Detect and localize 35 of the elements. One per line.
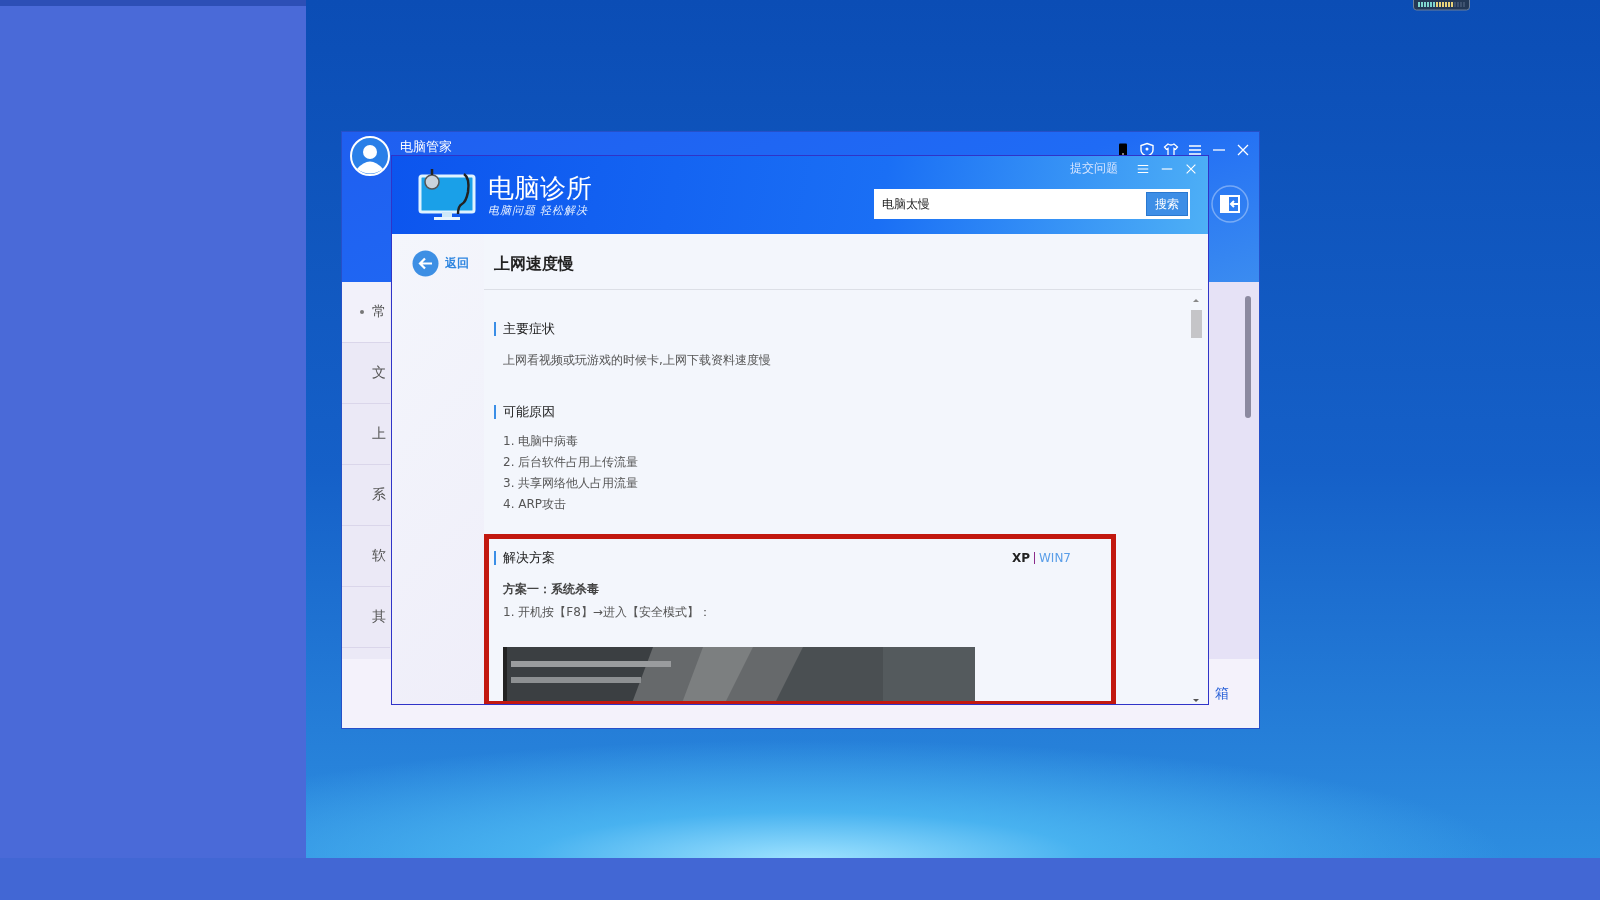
- exit-icon[interactable]: [1211, 185, 1249, 223]
- back-link[interactable]: 返回: [412, 250, 484, 277]
- shirt-icon[interactable]: [1163, 142, 1179, 158]
- scrollbar-thumb[interactable]: [1190, 310, 1202, 338]
- os-tab[interactable]: XP: [1007, 551, 1034, 565]
- list-item: 2. 后台软件占用上传流量: [503, 454, 640, 471]
- sidebar-item[interactable]: 其: [342, 587, 390, 648]
- section-heading: 主要症状: [494, 322, 555, 336]
- monitor-stethoscope-icon: [418, 168, 478, 222]
- shield-icon[interactable]: [1139, 142, 1155, 158]
- menu-icon[interactable]: [1187, 142, 1203, 158]
- sidebar-item[interactable]: 系: [342, 465, 390, 526]
- sidebar-item[interactable]: 软: [342, 526, 390, 587]
- scrollbar-thumb[interactable]: [1245, 296, 1251, 418]
- list-item: 3. 共享网络他人占用流量: [503, 475, 640, 492]
- search-field[interactable]: 电脑太慢 搜索: [874, 189, 1190, 219]
- sidebar-item[interactable]: 常: [342, 282, 390, 343]
- step-text: 1. 开机按【F8】→进入【安全模式】：: [503, 604, 712, 621]
- plan-title: 方案一：系统杀毒: [503, 581, 600, 598]
- meter-widget-drawing: [1413, 0, 1470, 11]
- avatar-icon[interactable]: [350, 136, 390, 176]
- app-title: 电脑诊所: [488, 172, 592, 203]
- list-item: 1. 电脑中病毒: [503, 433, 580, 450]
- section-heading: 解决方案: [494, 551, 555, 565]
- close-icon[interactable]: [1235, 142, 1251, 158]
- article-title: 上网速度慢: [484, 234, 1202, 290]
- sidebar-item[interactable]: 文: [342, 343, 390, 404]
- section-heading: 可能原因: [494, 405, 555, 419]
- toolbar-label[interactable]: 箱: [1215, 684, 1229, 703]
- app-slogan: 电脑问题 轻松解决: [488, 202, 590, 218]
- list-item: 4. ARP攻击: [503, 496, 568, 513]
- window-title: 电脑管家: [400, 139, 452, 154]
- sidebar-item[interactable]: 上: [342, 404, 390, 465]
- search-button[interactable]: 搜索: [1146, 192, 1188, 216]
- section-text: 上网看视频或玩游戏的时候卡,上网下载资料速度慢: [503, 352, 772, 369]
